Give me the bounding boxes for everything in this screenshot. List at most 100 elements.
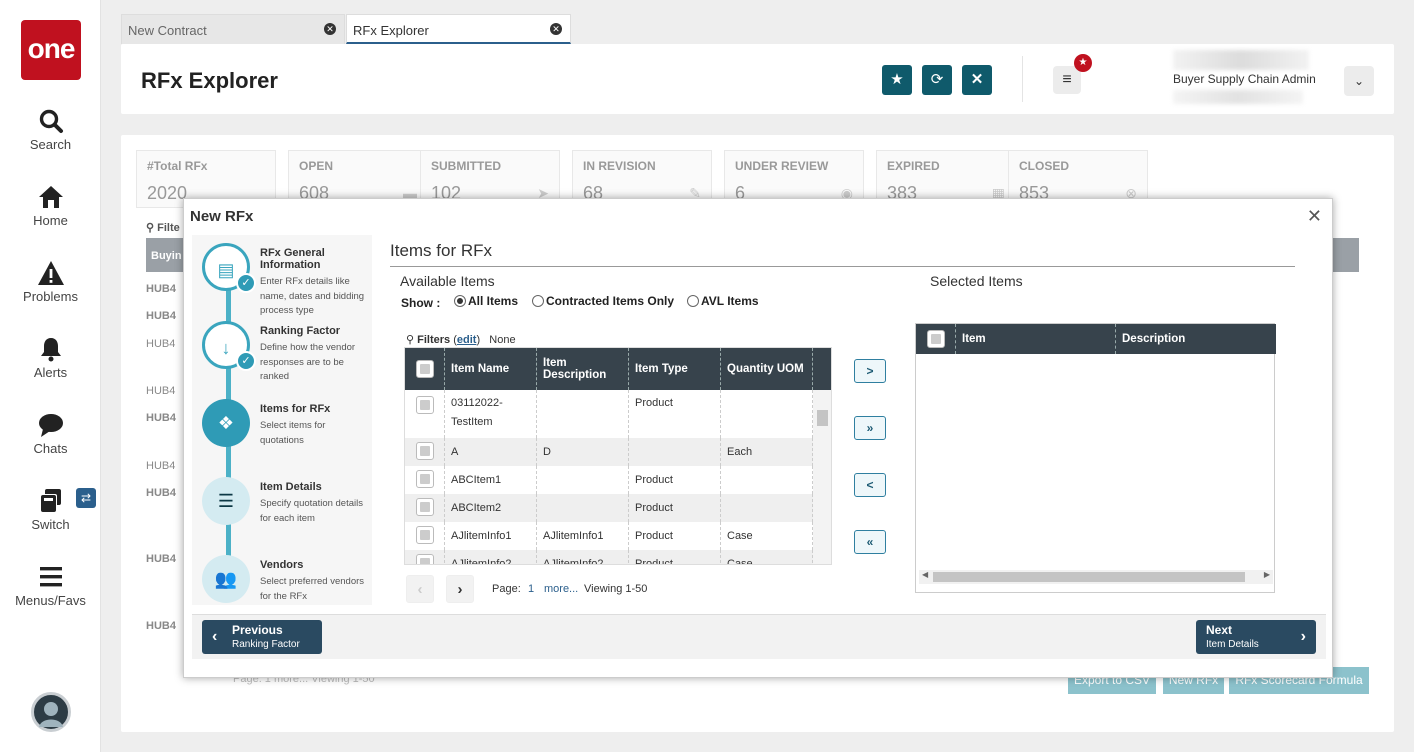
horizontal-scrollbar[interactable]: ◀ ▶ [919, 570, 1273, 584]
nav-alerts[interactable]: Alerts [0, 336, 101, 380]
cell-item-type: Product [629, 494, 721, 522]
table-row[interactable]: ABCItem1 Product [405, 466, 813, 494]
vertical-scrollbar[interactable] [813, 390, 831, 564]
column-item-type[interactable]: Item Type [629, 348, 721, 390]
arrow-down-icon: ↓ [221, 338, 231, 358]
select-all-checkbox[interactable] [916, 324, 956, 354]
prev-page-button[interactable]: ‹ [406, 575, 434, 603]
table-row[interactable]: ABCItem2 Product [405, 494, 813, 522]
scrollbar-thumb[interactable] [933, 572, 1245, 582]
move-all-right-button[interactable]: » [854, 416, 886, 440]
step-description: Enter RFx details like name, dates and b… [260, 276, 365, 316]
background-row: HUB4 [146, 553, 176, 565]
scrollbar-thumb[interactable] [817, 410, 828, 426]
radio-avl-items[interactable]: AVL Items [687, 294, 759, 308]
users-icon: 👥 [214, 569, 238, 589]
radio-icon [532, 295, 544, 307]
step-title: Item Details [260, 481, 322, 493]
step-title: Vendors [260, 559, 304, 571]
next-button[interactable]: Next Item Details › [1196, 620, 1316, 654]
step-title: RFx General Information [260, 247, 325, 271]
stat-title: SUBMITTED [431, 159, 501, 173]
hamburger-icon: ≡ [1062, 71, 1072, 88]
more-pages-link[interactable]: more... [544, 583, 578, 595]
filters-bar: ⚲ Filters (edit) None [406, 334, 516, 346]
filters-edit-link[interactable]: edit [457, 334, 477, 346]
close-tab-icon[interactable]: ✕ [550, 23, 562, 35]
filter-text: Filte [157, 222, 180, 234]
previous-button[interactable]: ‹ Previous Ranking Factor [202, 620, 322, 654]
row-checkbox[interactable] [405, 390, 445, 438]
select-all-checkbox[interactable] [405, 348, 445, 390]
next-page-button[interactable]: › [446, 575, 474, 603]
viewing-text: Viewing 1-50 [584, 583, 648, 595]
scroll-right-icon[interactable]: ▶ [1264, 570, 1270, 579]
move-right-button[interactable]: > [854, 359, 886, 383]
radio-contracted-items[interactable]: Contracted Items Only [532, 294, 674, 308]
column-quantity-uom[interactable]: Quantity UOM [721, 348, 813, 390]
table-row[interactable]: A D Each [405, 438, 813, 466]
step-item-details-circle[interactable]: ☰ [202, 477, 250, 525]
cell-quantity-uom: Case [721, 522, 813, 550]
tab-new-contract[interactable]: New Contract ✕ [121, 14, 345, 44]
page-number[interactable]: 1 [528, 583, 534, 595]
tab-rfx-explorer[interactable]: RFx Explorer ✕ [346, 14, 571, 44]
cell-quantity-uom: Each [721, 438, 813, 466]
step-vendors-circle[interactable]: 👥 [202, 555, 250, 603]
close-icon[interactable]: ✕ [1307, 206, 1322, 227]
column-item[interactable]: Item [956, 324, 1116, 354]
table-row[interactable]: AJlitemInfo1 AJlitemInfo1 Product Case [405, 522, 813, 550]
logo[interactable]: one [21, 20, 81, 80]
nav-problems[interactable]: Problems [0, 260, 101, 304]
page-label: Page: [492, 583, 521, 595]
user-menu-button[interactable]: ⌄ [1344, 66, 1374, 96]
column-item-name[interactable]: Item Name [445, 348, 537, 390]
nav-menus-favs[interactable]: Menus/Favs [0, 564, 101, 608]
refresh-button[interactable]: ⟳ [922, 65, 952, 95]
content-title: Items for RFx [390, 241, 493, 260]
step-items-circle[interactable]: ❖ [202, 399, 250, 447]
row-checkbox[interactable] [405, 550, 445, 564]
background-row: HUB4 [146, 412, 176, 424]
modal-title: New RFx [190, 208, 254, 225]
close-tab-icon[interactable]: ✕ [324, 23, 336, 35]
favorite-button[interactable]: ★ [882, 65, 912, 95]
bell-icon [40, 338, 61, 362]
checkbox-icon [415, 470, 434, 488]
cell-quantity-uom: Case [721, 550, 813, 564]
row-checkbox[interactable] [405, 522, 445, 550]
nav-search[interactable]: Search [0, 108, 101, 152]
cell-item-type [629, 438, 721, 466]
nav-chats[interactable]: Chats [0, 412, 101, 456]
nav-home[interactable]: Home [0, 184, 101, 228]
stat-title: EXPIRED [887, 159, 940, 173]
boxes-icon: ❖ [217, 413, 235, 433]
move-left-button[interactable]: < [854, 473, 886, 497]
column-description[interactable]: Description [1116, 324, 1274, 354]
move-all-left-button[interactable]: « [854, 530, 886, 554]
scroll-left-icon[interactable]: ◀ [922, 570, 928, 579]
table-row[interactable]: 03112022-TestItem Product [405, 390, 813, 438]
search-icon: ⚲ [146, 222, 158, 234]
chevron-down-icon: ⌄ [1353, 74, 1365, 88]
radio-all-items[interactable]: All Items [454, 294, 518, 308]
switch-badge-icon[interactable]: ⇄ [76, 488, 96, 508]
background-row: HUB4 [146, 385, 176, 397]
row-checkbox[interactable] [405, 438, 445, 466]
row-checkbox[interactable] [405, 494, 445, 522]
nav-chats-label: Chats [33, 441, 68, 456]
column-item-description[interactable]: Item Description [537, 348, 629, 390]
filters-value: None [489, 334, 516, 346]
radio-icon [687, 295, 699, 307]
favorites-star-icon: ★ [1074, 54, 1092, 72]
cell-item-description: AJlitemInfo2 [537, 550, 629, 564]
background-column-header: Buyin [146, 238, 186, 272]
row-checkbox[interactable] [405, 466, 445, 494]
checkbox-icon [415, 442, 434, 460]
chevron-left-icon: ‹ [417, 581, 423, 598]
user-avatar[interactable] [31, 692, 71, 732]
table-row[interactable]: AJlitemInfo2 AJlitemInfo2 Product Case [405, 550, 813, 564]
cell-item-name: ABCItem2 [445, 494, 537, 522]
close-page-button[interactable]: ✕ [962, 65, 992, 95]
show-label: Show : [401, 296, 441, 310]
